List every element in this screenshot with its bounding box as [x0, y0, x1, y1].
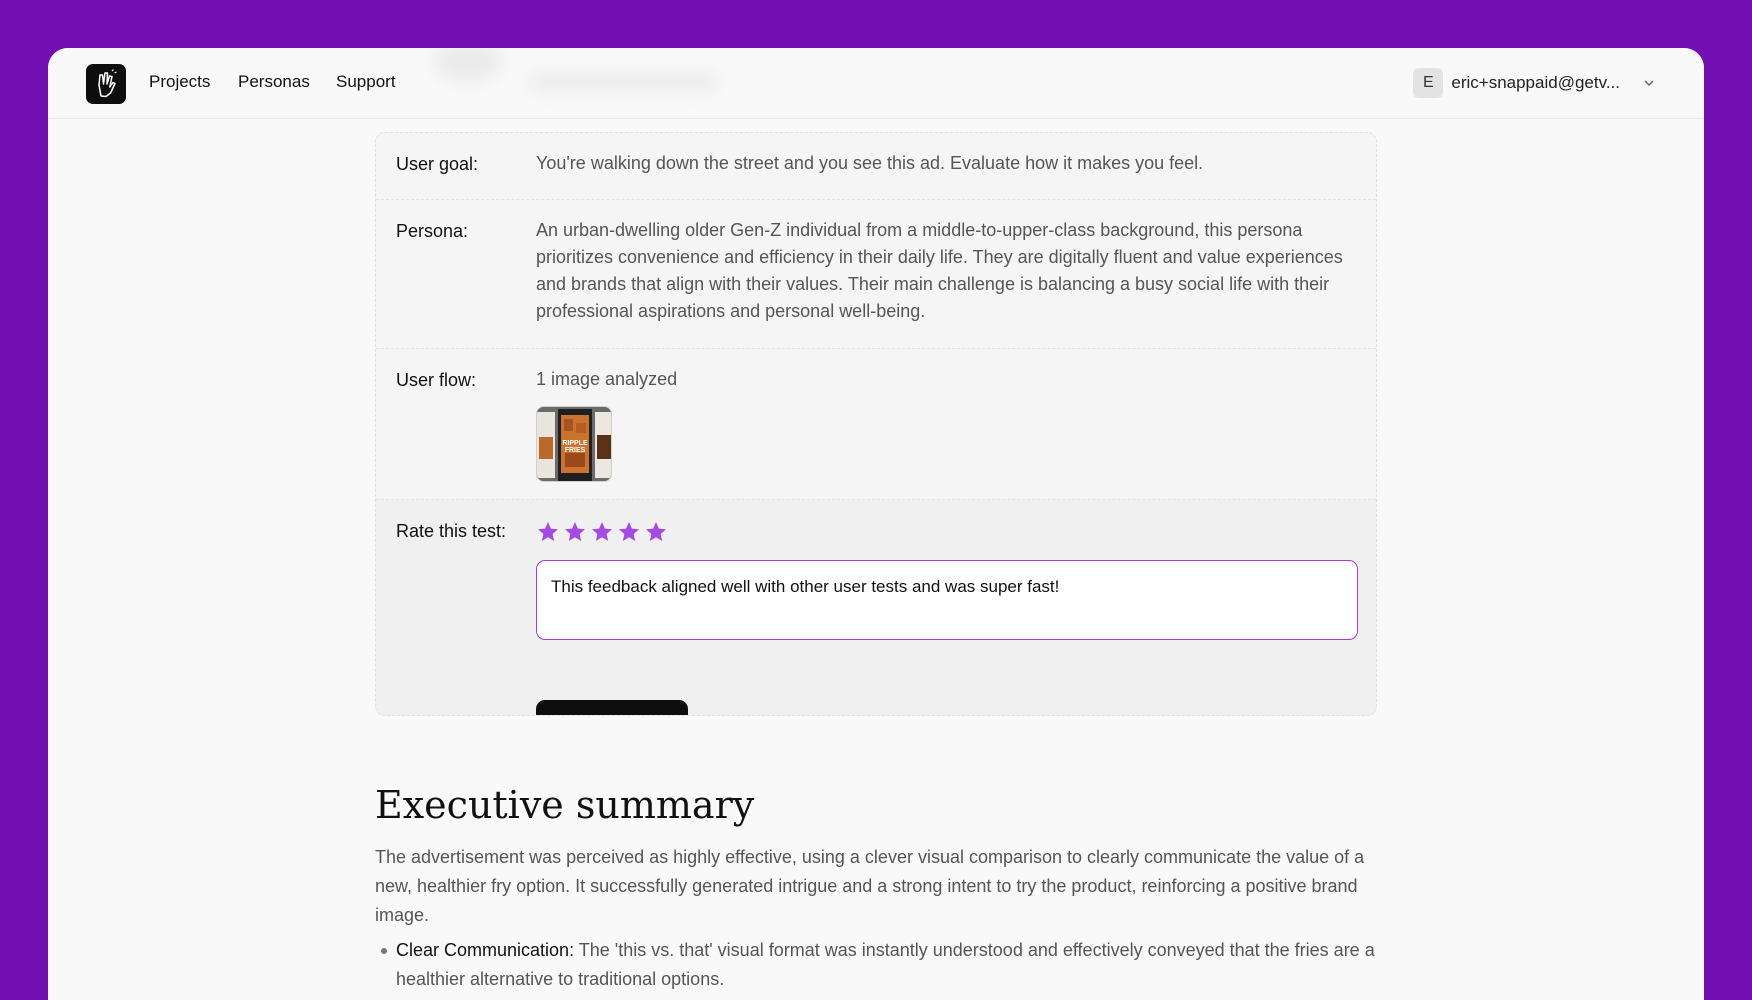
nav-projects[interactable]: Projects [149, 72, 210, 92]
user-flow-thumbnail[interactable]: RIPPLE FRIES [536, 406, 612, 482]
nav-support[interactable]: Support [336, 72, 396, 92]
executive-summary-title: Executive summary [375, 783, 755, 827]
blurred-background-blob [433, 48, 503, 82]
executive-summary-body: The advertisement was perceived as highl… [375, 847, 1365, 925]
blurred-background-blob [528, 73, 718, 91]
account-email: eric+snappaid@getv... [1451, 73, 1620, 92]
star-icon[interactable] [644, 520, 668, 544]
list-item: Clear Communication: The 'this vs. that'… [375, 936, 1385, 994]
avatar: E [1413, 68, 1444, 98]
persona-value: An urban-dwelling older Gen-Z individual… [536, 220, 1343, 321]
user-flow-label: User flow: [396, 370, 477, 390]
feedback-textarea[interactable]: This feedback aligned well with other us… [536, 560, 1358, 640]
star-rating[interactable] [536, 520, 668, 544]
chevron-down-icon [1644, 80, 1654, 87]
user-goal-row: User goal: You're walking down the stree… [376, 133, 1376, 200]
nav-personas[interactable]: Personas [238, 72, 310, 92]
save-feedback-button[interactable]: Save Feedback [536, 700, 688, 715]
bullet-title: Clear Communication: [396, 940, 575, 960]
raised-hand-logo-icon [98, 69, 117, 98]
user-goal-label: User goal: [396, 154, 479, 174]
user-flow-row: User flow: 1 image analyzed [376, 349, 1376, 500]
star-icon[interactable] [536, 520, 560, 544]
ad-thumbnail-image: RIPPLE FRIES [537, 407, 611, 481]
thumbnail-text-2: FRIES [565, 447, 586, 454]
persona-label: Persona: [396, 221, 469, 241]
star-icon[interactable] [590, 520, 614, 544]
persona-row: Persona: An urban-dwelling older Gen-Z i… [376, 200, 1376, 349]
account-menu[interactable]: E eric+snappaid@getv... [1413, 68, 1656, 98]
user-flow-count: 1 image analyzed [536, 369, 678, 389]
app-logo[interactable] [86, 64, 126, 104]
star-icon[interactable] [617, 520, 641, 544]
app-window: Projects Personas Support E eric+snappai… [48, 48, 1704, 1000]
summary-bullets: Clear Communication: The 'this vs. that'… [375, 936, 1385, 994]
star-icon[interactable] [563, 520, 587, 544]
thumbnail-text-1: RIPPLE [562, 440, 588, 447]
top-nav: Projects Personas Support E eric+snappai… [48, 48, 1704, 119]
user-goal-value: You're walking down the street and you s… [536, 153, 1204, 173]
rating-label: Rate this test: [396, 521, 507, 541]
test-details-card: User goal: You're walking down the stree… [375, 132, 1377, 716]
